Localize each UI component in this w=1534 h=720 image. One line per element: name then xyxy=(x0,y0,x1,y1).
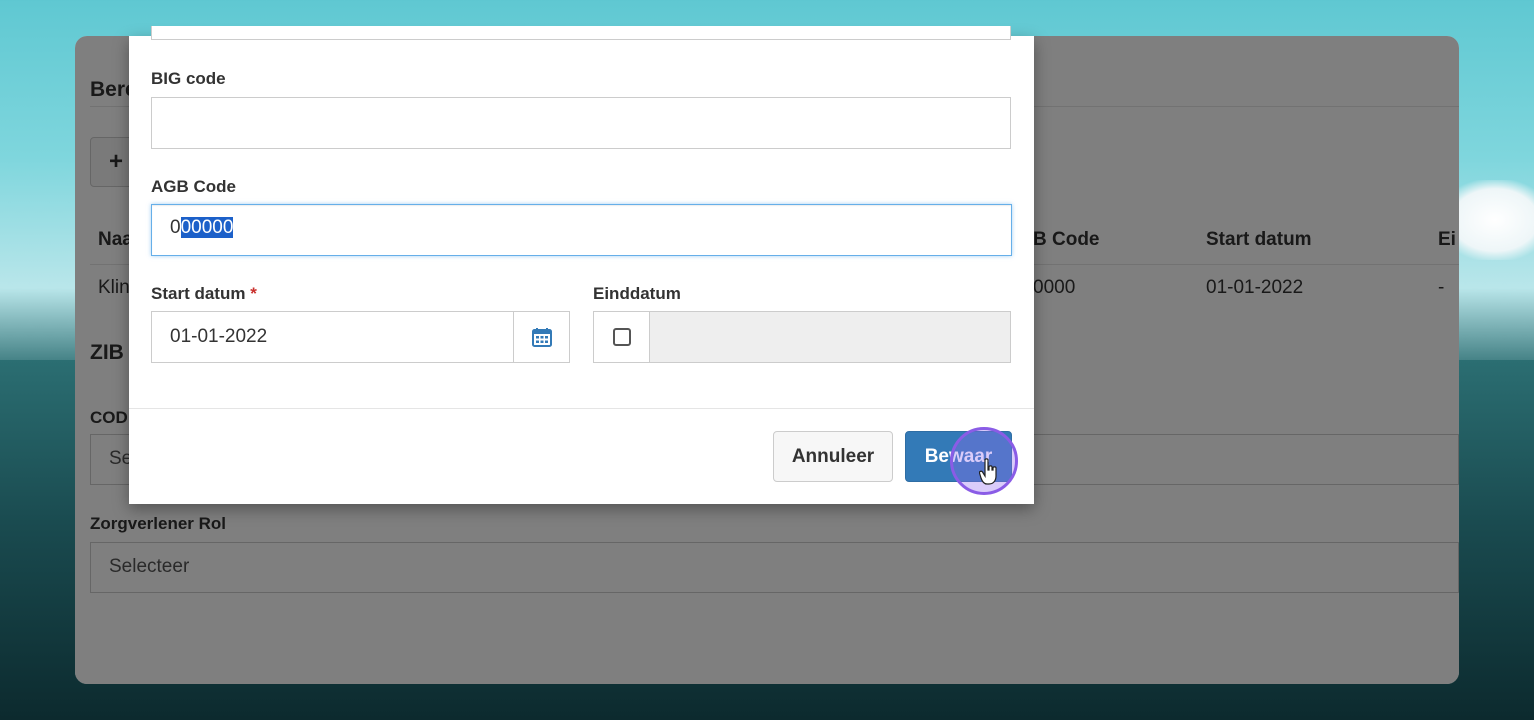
big-code-input[interactable] xyxy=(151,97,1011,149)
edit-modal: BIG code AGB Code xyxy=(129,26,1034,504)
calendar-icon xyxy=(531,328,552,347)
agb-code-value-unselected: 0 xyxy=(170,217,181,238)
hand-cursor-icon xyxy=(979,458,997,485)
agb-code-label: AGB Code xyxy=(151,177,236,196)
einddatum-checkbox[interactable] xyxy=(612,328,631,346)
einddatum-checkbox-addon[interactable] xyxy=(593,311,650,363)
agb-code-value: 000000 xyxy=(170,217,234,239)
cancel-button[interactable]: Annuleer xyxy=(773,431,893,482)
start-datum-label-text: Start datum xyxy=(151,284,246,303)
previous-field-input[interactable] xyxy=(151,26,1011,40)
start-datum-label: Start datum * xyxy=(151,284,257,304)
modal-footer-divider xyxy=(129,408,1034,409)
required-marker: * xyxy=(250,284,257,303)
agb-code-input[interactable] xyxy=(151,204,1012,256)
date-picker-button[interactable] xyxy=(513,311,570,363)
einddatum-label: Einddatum xyxy=(593,284,681,303)
start-datum-input[interactable]: 01-01-2022 xyxy=(151,311,514,363)
start-datum-value: 01-01-2022 xyxy=(170,326,268,347)
big-code-label: BIG code xyxy=(151,69,226,88)
agb-code-value-selected: 00000 xyxy=(180,217,234,238)
einddatum-input xyxy=(649,311,1011,363)
